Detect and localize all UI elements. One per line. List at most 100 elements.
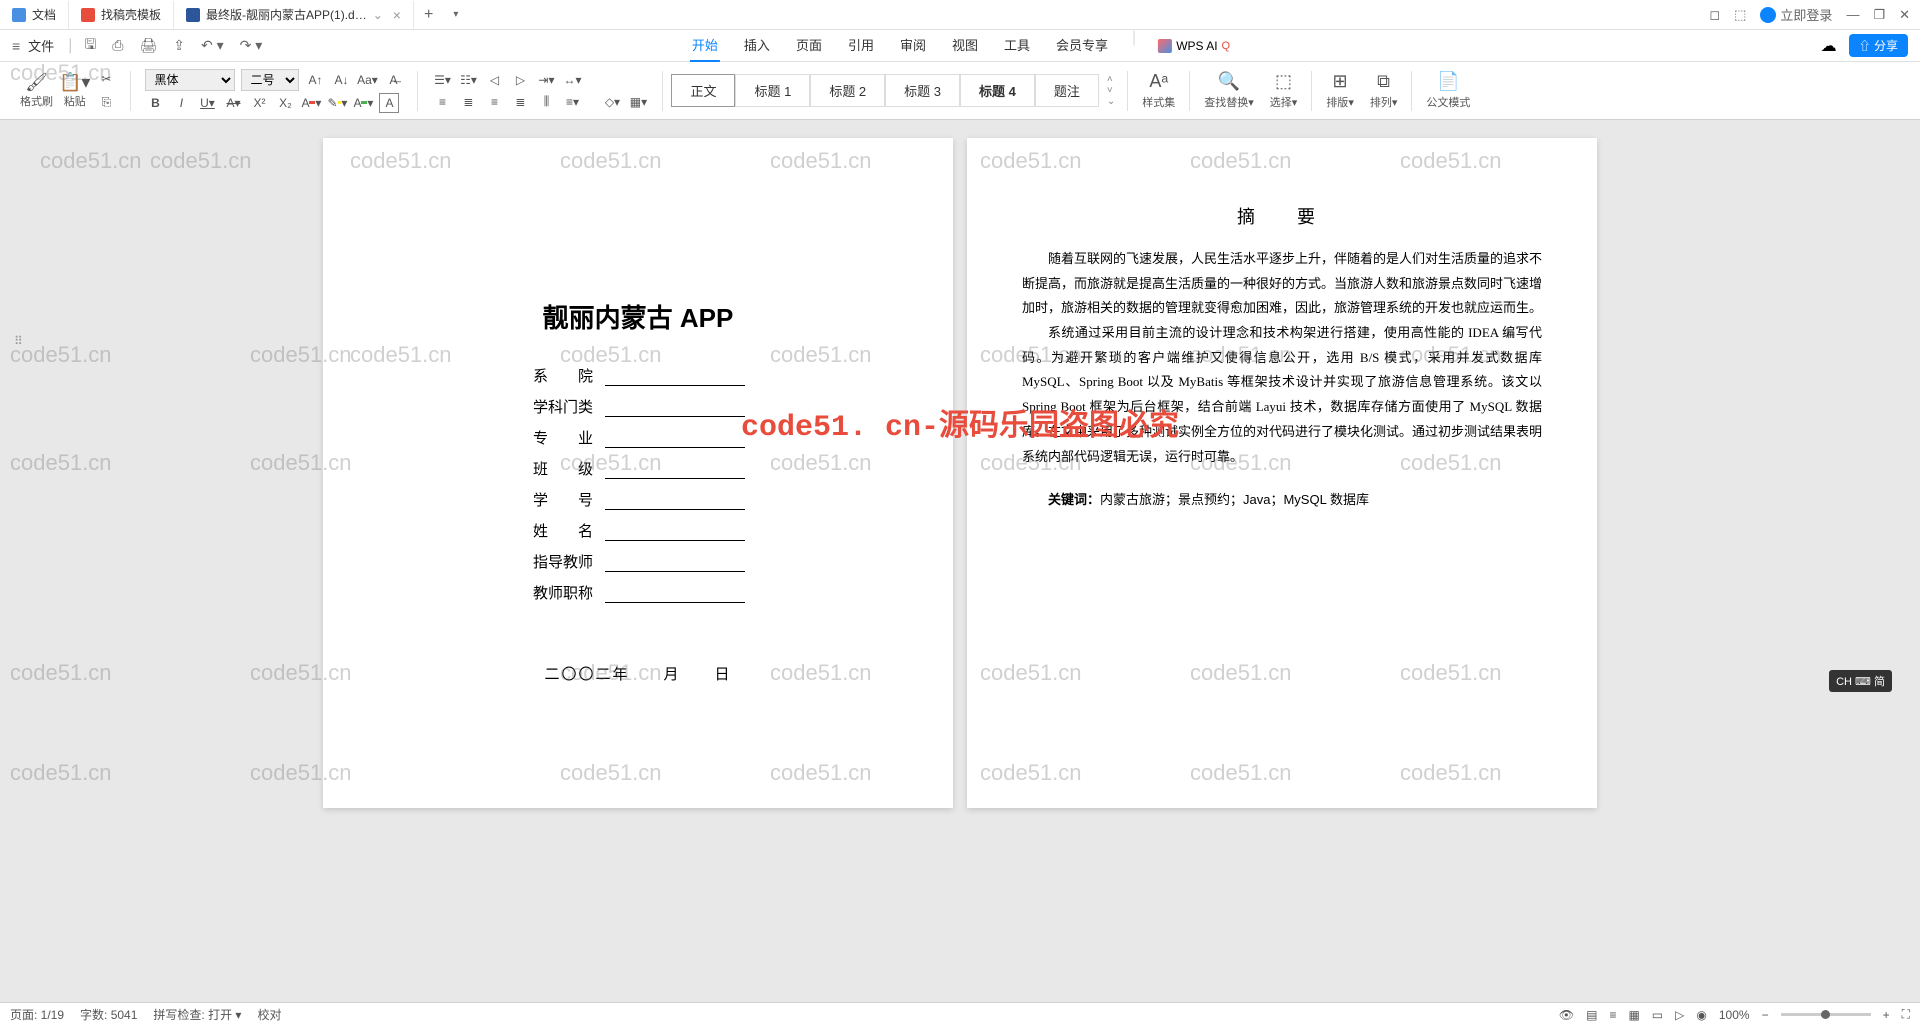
print-preview-icon[interactable]: ⎙ [108,37,127,54]
print-icon[interactable]: 🖨 [135,37,161,54]
window-close-icon[interactable]: ✕ [1899,7,1910,23]
minimize-icon[interactable]: — [1846,7,1859,22]
maximize-icon[interactable]: ❐ [1873,7,1885,23]
bullets-icon[interactable]: ☰▾ [432,70,452,90]
login-button[interactable]: 立即登录 [1760,5,1832,24]
wps-ai-button[interactable]: WPS AI Q [1158,29,1230,62]
style-h2[interactable]: 标题 2 [810,74,885,107]
new-tab-button[interactable]: + [414,6,443,24]
save-icon[interactable]: 🖫 [80,34,100,58]
view-outline-icon[interactable]: ≡ [1609,1008,1616,1022]
tab-template[interactable]: 找稿壳模板 [69,1,174,29]
view-web-icon[interactable]: ▦ [1628,1008,1639,1022]
distribute-icon[interactable]: ⫼ [536,92,556,112]
italic-button[interactable]: I [171,93,191,113]
borders-icon[interactable]: ▦▾ [628,92,648,112]
tab-menu-icon[interactable]: ⌄ [373,8,383,22]
find-group[interactable]: 🔍 查找替换▾ [1198,71,1260,110]
zoom-level[interactable]: 100% [1719,1008,1750,1022]
paste-icon[interactable]: 📋▾ [59,72,90,93]
view-focus-icon[interactable]: ◉ [1696,1008,1706,1022]
font-name-select[interactable]: 黑体 [145,69,235,91]
page-2[interactable]: 摘 要 随着互联网的飞速发展，人民生活水平逐步上升，伴随着的是人们对生活质量的追… [967,138,1597,808]
line-spacing-icon[interactable]: ≡▾ [562,92,582,112]
undo-icon[interactable]: ↶ ▾ [197,37,228,54]
tab-settings-icon[interactable]: ⇥▾ [536,70,556,90]
style-body[interactable]: 正文 [671,74,735,107]
select-group[interactable]: ⬚ 选择▾ [1264,71,1304,110]
layout-group[interactable]: ⊞ 排版▾ [1320,71,1360,110]
style-h4[interactable]: 标题 4 [960,74,1035,107]
styles-gallery[interactable]: 正文 标题 1 标题 2 标题 3 标题 4 题注 [671,74,1098,107]
style-caption[interactable]: 题注 [1035,74,1099,107]
copy-icon[interactable]: ⎘ [96,93,116,113]
tab-documents[interactable]: 文档 [0,1,69,29]
tab-insert[interactable]: 插入 [742,29,772,62]
strike-button[interactable]: A▾ [223,93,243,113]
status-words[interactable]: 字数: 5041 [80,1006,137,1023]
style-h3[interactable]: 标题 3 [885,74,960,107]
arrange-group[interactable]: ⧉ 排列▾ [1364,71,1404,110]
tab-current-doc[interactable]: 最终版-靓丽内蒙古APP(1).d… ⌄ × [174,1,414,29]
view-read-icon[interactable]: ▭ [1652,1008,1663,1022]
document-area[interactable]: ⠿ 靓丽内蒙古 APP 系 院 学科门类 专 业 班 级 学 号 姓 名 指导教… [0,120,1920,1002]
bold-button[interactable]: B [145,93,165,113]
fullscreen-icon[interactable]: ⛶ [1902,1007,1910,1022]
cube-icon[interactable]: ⬚ [1734,7,1746,23]
tab-view[interactable]: 视图 [950,29,980,62]
increase-indent-icon[interactable]: ▷ [510,70,530,90]
view-eye-icon[interactable]: 👁 [1559,1008,1574,1022]
align-justify-icon[interactable]: ≣ [510,92,530,112]
highlight-button[interactable]: ✎▾ [327,93,347,113]
clear-format-icon[interactable]: A̶ [383,70,403,90]
gallery-down-icon[interactable]: ˅ [1107,85,1115,96]
status-proof[interactable]: 校对 [257,1006,281,1023]
align-center-icon[interactable]: ≣ [458,92,478,112]
tab-review[interactable]: 审阅 [898,29,928,62]
style-h1[interactable]: 标题 1 [735,74,810,107]
hamburger-icon[interactable]: ≡ [12,38,20,54]
close-icon[interactable]: × [393,7,401,23]
export-icon[interactable]: ⇪ [169,37,189,54]
superscript-button[interactable]: X² [249,93,269,113]
tab-start[interactable]: 开始 [690,29,720,62]
status-page[interactable]: 页面: 1/19 [10,1006,64,1023]
decrease-indent-icon[interactable]: ◁ [484,70,504,90]
drag-handle-icon[interactable]: ⠿ [14,334,23,348]
file-menu[interactable]: 文件 [28,36,54,55]
redo-icon[interactable]: ↷ ▾ [236,37,267,54]
shading-button[interactable]: A▾ [353,93,373,113]
numbering-icon[interactable]: ☷▾ [458,70,478,90]
zoom-slider[interactable] [1781,1013,1871,1016]
char-border-button[interactable]: A [379,93,399,113]
tab-reference[interactable]: 引用 [846,29,876,62]
cloud-icon[interactable]: ☁ [1821,36,1837,56]
share-button[interactable]: ⇧ 分享 [1849,34,1908,57]
view-play-icon[interactable]: ▷ [1675,1008,1684,1022]
zoom-out-icon[interactable]: − [1762,1008,1769,1022]
underline-button[interactable]: U▾ [197,93,217,113]
view-print-icon[interactable]: ▤ [1586,1008,1597,1022]
font-size-select[interactable]: 二号 [241,69,299,91]
gallery-more-icon[interactable]: ⌄ [1107,96,1115,107]
tab-dropdown-icon[interactable]: ▾ [443,9,468,20]
tab-page[interactable]: 页面 [794,29,824,62]
format-painter-icon[interactable]: 🖌 [20,72,53,93]
official-mode-group[interactable]: 📄 公文模式 [1420,71,1476,110]
window-copy-icon[interactable]: ◻ [1709,7,1720,23]
status-spell[interactable]: 拼写检查: 打开 ▾ [153,1006,241,1023]
page-1[interactable]: 靓丽内蒙古 APP 系 院 学科门类 专 业 班 级 学 号 姓 名 指导教师 … [323,138,953,808]
style-set-group[interactable]: Aᵃ 样式集 [1136,71,1181,110]
grow-font-icon[interactable]: A↑ [305,70,325,90]
align-left-icon[interactable]: ≡ [432,92,452,112]
change-case-icon[interactable]: Aa▾ [357,70,377,90]
tab-member[interactable]: 会员专享 [1054,29,1110,62]
zoom-in-icon[interactable]: + [1883,1008,1890,1022]
char-spacing-icon[interactable]: ↔▾ [562,70,582,90]
cut-icon[interactable]: ✂ [96,69,116,89]
font-color-button[interactable]: A▾ [301,93,321,113]
tab-tools[interactable]: 工具 [1002,29,1032,62]
para-shading-icon[interactable]: ◇▾ [602,92,622,112]
subscript-button[interactable]: X₂ [275,93,295,113]
align-right-icon[interactable]: ≡ [484,92,504,112]
